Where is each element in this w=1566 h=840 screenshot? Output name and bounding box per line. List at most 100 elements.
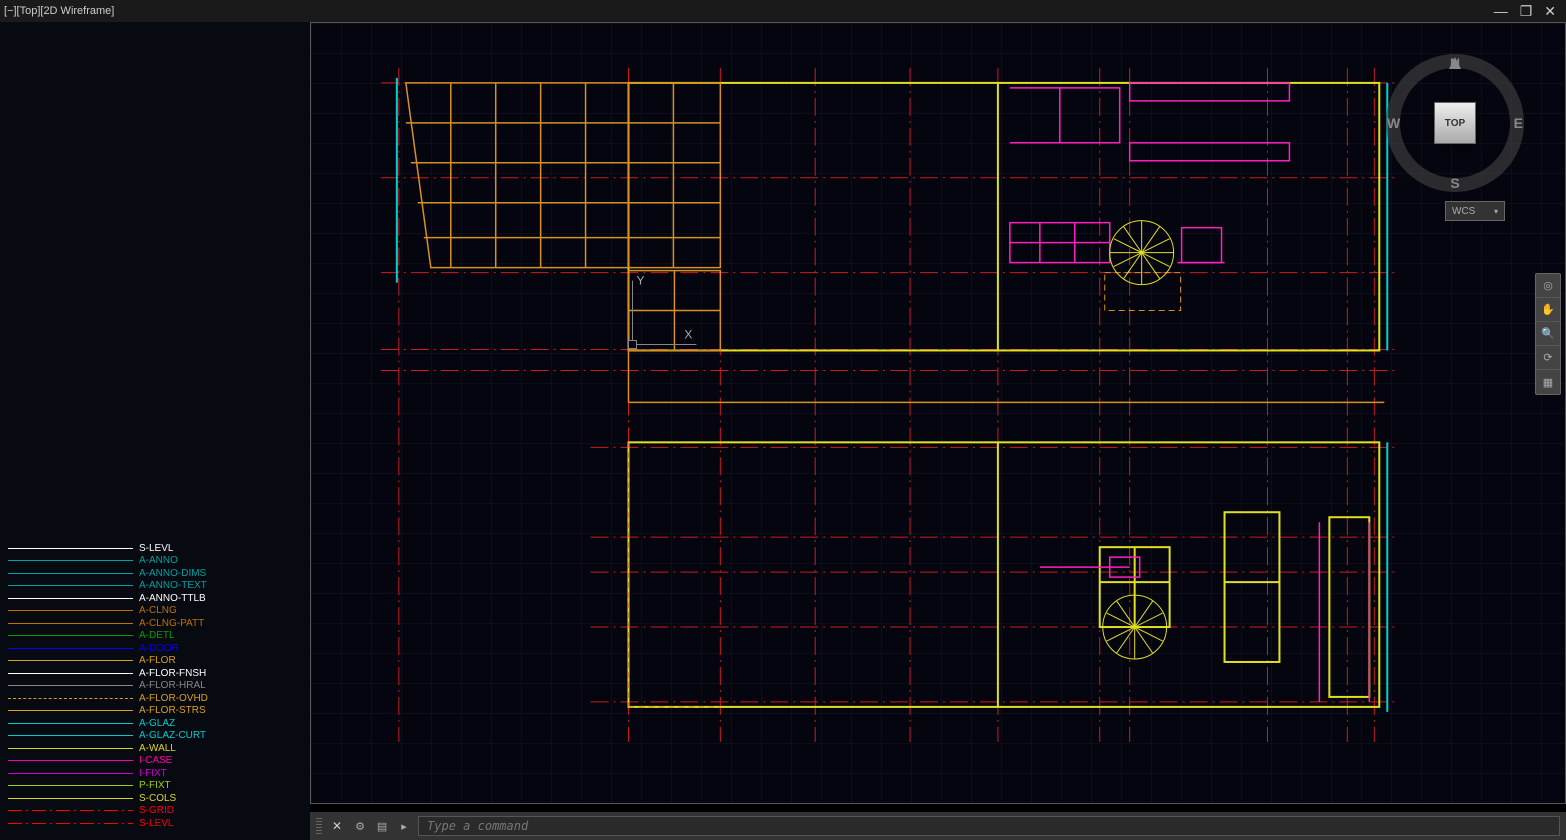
ucs-y-label: Y [636, 274, 644, 288]
lower-ovhd [628, 442, 720, 707]
legend-swatch [8, 610, 133, 611]
legend-label: S-LEVL [139, 543, 173, 554]
cmdbar-handle[interactable] [316, 818, 322, 834]
legend-label: S-LEVL [139, 818, 173, 829]
legend-label: P-FIXT [139, 780, 171, 791]
legend-label: I-CASE [139, 755, 172, 766]
upper-stair [1110, 221, 1174, 285]
pan-icon[interactable]: ✋ [1536, 298, 1560, 322]
wcs-dropdown[interactable]: WCS [1445, 201, 1505, 221]
legend-row[interactable]: A-ANNO-TEXT [8, 580, 208, 593]
legend-swatch [8, 623, 133, 624]
legend-label: S-COLS [139, 793, 176, 804]
layer-legend: S-LEVLA-ANNOA-ANNO-DIMSA-ANNO-TEXTA-ANNO… [8, 542, 208, 830]
upper-ovhd [1105, 273, 1181, 311]
legend-label: A-DETL [139, 630, 175, 641]
legend-row[interactable]: S-LEVL [8, 817, 208, 830]
legend-swatch [8, 573, 133, 574]
cmdbar-customize-icon[interactable]: ⚙ [352, 818, 368, 834]
zoom-icon[interactable]: 🔍 [1536, 322, 1560, 346]
upper-flor [406, 83, 1384, 402]
legend-row[interactable]: A-DETL [8, 630, 208, 643]
legend-swatch [8, 735, 133, 736]
legend-label: A-ANNO-TEXT [139, 580, 207, 591]
legend-swatch [8, 598, 133, 599]
upper-case [1010, 83, 1290, 263]
legend-row[interactable]: A-FLOR [8, 655, 208, 668]
legend-swatch [8, 648, 133, 649]
legend-row[interactable]: A-WALL [8, 742, 208, 755]
legend-swatch [8, 560, 133, 561]
compass-w[interactable]: W [1387, 115, 1400, 131]
viewport-label[interactable]: [−][Top][2D Wireframe] [4, 5, 114, 17]
legend-swatch [8, 785, 133, 786]
command-bar: ✕ ⚙ ▤ ▸ [310, 812, 1566, 840]
legend-row[interactable]: I-CASE [8, 755, 208, 768]
legend-row[interactable]: S-GRID [8, 805, 208, 818]
maximize-button[interactable]: ❐ [1516, 3, 1537, 20]
legend-row[interactable]: S-COLS [8, 792, 208, 805]
legend-label: A-FLOR [139, 655, 176, 666]
legend-row[interactable]: A-CLNG-PATT [8, 617, 208, 630]
minimize-button[interactable]: — [1490, 3, 1512, 20]
viewport-titlebar: [−][Top][2D Wireframe] — ❐ ✕ [0, 0, 1566, 22]
legend-row[interactable]: A-FLOR-STRS [8, 705, 208, 718]
legend-swatch [8, 823, 133, 824]
cmdbar-recent-icon[interactable]: ▤ [374, 818, 390, 834]
upper-walls [628, 83, 1379, 351]
legend-label: A-WALL [139, 743, 176, 754]
legend-swatch [8, 673, 133, 674]
command-input[interactable] [418, 816, 1560, 836]
legend-row[interactable]: A-GLAZ-CURT [8, 730, 208, 743]
legend-label: S-GRID [139, 805, 174, 816]
wcs-label: WCS [1452, 206, 1475, 217]
legend-label: A-FLOR-FNSH [139, 668, 206, 679]
compass-s[interactable]: S [1450, 175, 1459, 191]
a-glaz [397, 78, 1387, 712]
legend-row[interactable]: A-FLOR-OVHD [8, 692, 208, 705]
close-button[interactable]: ✕ [1540, 3, 1560, 20]
legend-row[interactable]: A-GLAZ [8, 717, 208, 730]
legend-swatch [8, 698, 133, 699]
lower-stair [1103, 595, 1167, 659]
legend-swatch [8, 798, 133, 799]
legend-row[interactable]: A-FLOR-FNSH [8, 667, 208, 680]
legend-swatch [8, 748, 133, 749]
legend-row[interactable]: A-ANNO-DIMS [8, 567, 208, 580]
legend-row[interactable]: P-FIXT [8, 780, 208, 793]
legend-swatch [8, 773, 133, 774]
drawing-canvas[interactable]: Y X [311, 23, 1565, 804]
orbit-icon[interactable]: ⟳ [1536, 346, 1560, 370]
legend-row[interactable]: I-FIXT [8, 767, 208, 780]
nav-wheel-icon[interactable]: ◎ [1536, 274, 1560, 298]
lower-walls [628, 442, 1379, 707]
legend-row[interactable]: A-ANNO [8, 555, 208, 568]
viewcube[interactable]: N S E W TOP [1385, 53, 1525, 193]
viewcube-face[interactable]: TOP [1434, 102, 1476, 144]
legend-label: A-GLAZ [139, 718, 175, 729]
legend-swatch [8, 635, 133, 636]
legend-label: A-FLOR-STRS [139, 705, 206, 716]
left-panel: S-LEVLA-ANNOA-ANNO-DIMSA-ANNO-TEXTA-ANNO… [0, 22, 310, 840]
legend-label: A-ANNO-DIMS [139, 568, 206, 579]
legend-row[interactable]: A-FLOR-HRAL [8, 680, 208, 693]
legend-row[interactable]: A-CLNG [8, 605, 208, 618]
drawing-viewport[interactable]: Y X N S E W TOP WCS ◎ ✋ 🔍 ⟳ ▦ [310, 22, 1566, 804]
ucs-x-label: X [684, 327, 692, 341]
navigation-bar: ◎ ✋ 🔍 ⟳ ▦ [1535, 273, 1561, 395]
legend-swatch [8, 760, 133, 761]
cmdbar-close-icon[interactable]: ✕ [328, 819, 346, 833]
showmotion-icon[interactable]: ▦ [1536, 370, 1560, 394]
legend-row[interactable]: A-ANNO-TTLB [8, 592, 208, 605]
legend-swatch [8, 548, 133, 549]
legend-label: A-FLOR-OVHD [139, 693, 208, 704]
compass-e[interactable]: E [1514, 115, 1523, 131]
legend-label: A-CLNG [139, 605, 177, 616]
window-controls: — ❐ ✕ [1490, 3, 1566, 20]
legend-swatch [8, 660, 133, 661]
legend-row[interactable]: S-LEVL [8, 542, 208, 555]
compass-n[interactable]: N [1450, 55, 1460, 71]
s-grid-lines [381, 68, 1399, 742]
legend-label: A-CLNG-PATT [139, 618, 204, 629]
legend-row[interactable]: A-DOOR [8, 642, 208, 655]
